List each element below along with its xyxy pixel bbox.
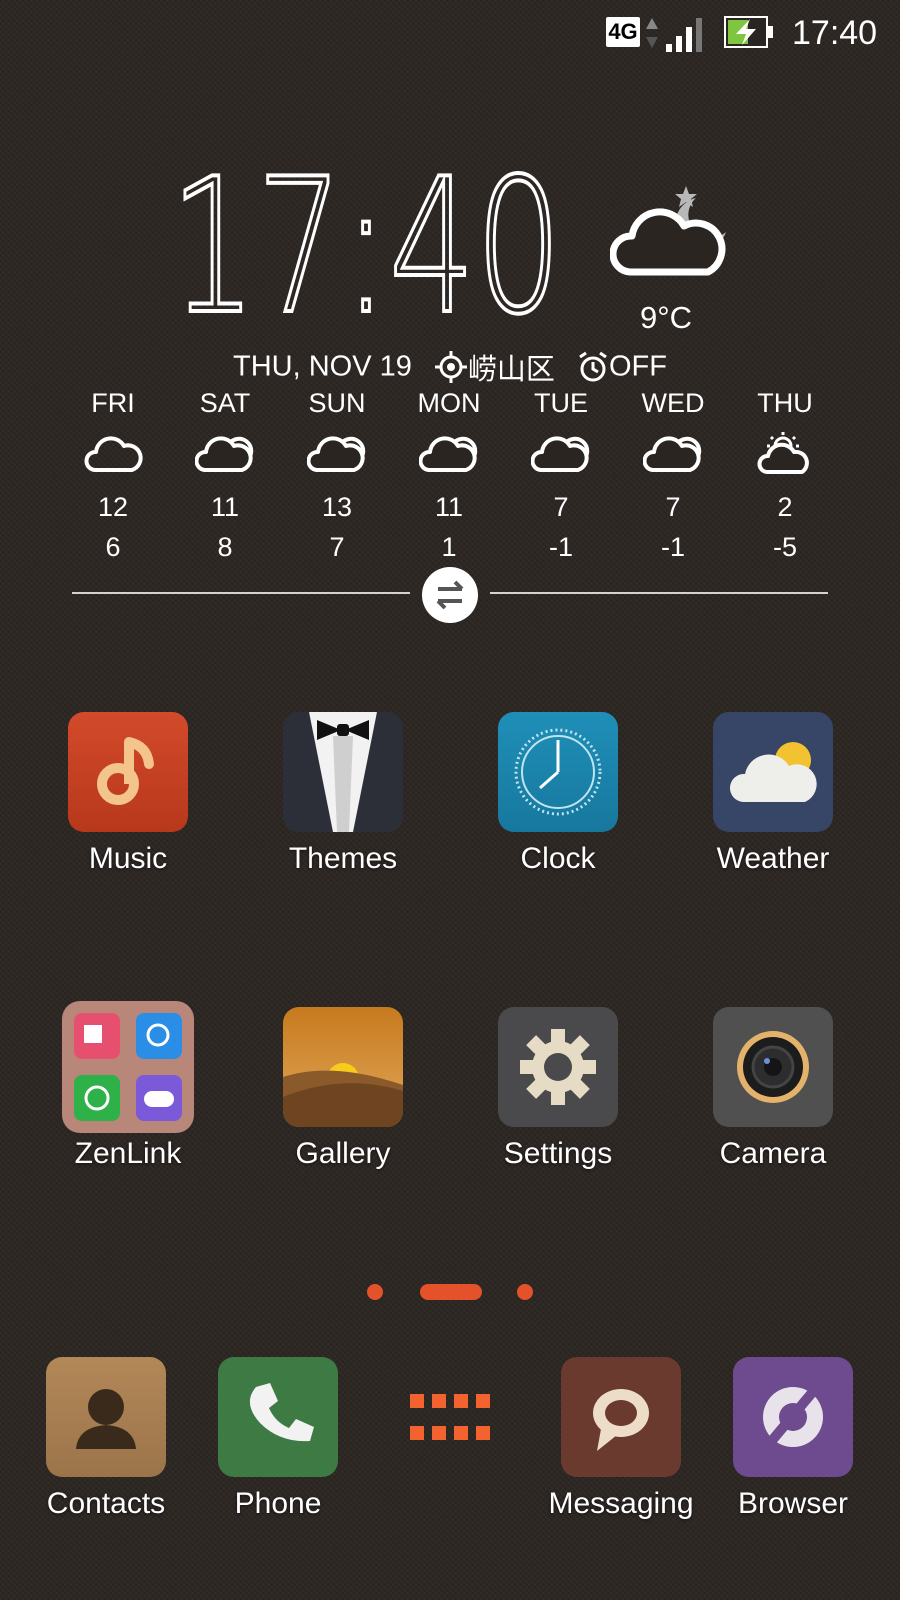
current-temperature: 9°C (640, 300, 693, 335)
forecast-high: 11 (210, 492, 240, 522)
app-label: Themes (288, 842, 398, 875)
app-label: Browser (737, 1487, 849, 1520)
contact-icon (46, 1357, 166, 1477)
swap-arrows-icon (436, 580, 464, 610)
weather-icon (713, 712, 833, 832)
forecast-day-name: SUN (308, 388, 366, 418)
network-type-badge: 4G (606, 17, 640, 47)
folder-icon (62, 1001, 194, 1133)
forecast-low: -5 (772, 532, 797, 562)
page-dot[interactable] (517, 1284, 533, 1300)
forecast-day-name: MON (417, 388, 481, 418)
chat-bubble-icon (561, 1357, 681, 1477)
status-time: 17:40 (792, 14, 878, 52)
forecast-low: 1 (441, 532, 457, 562)
app-label: Phone (234, 1487, 322, 1520)
app-label: Weather (716, 842, 830, 875)
partly-cloudy-icon (307, 436, 366, 472)
forecast-low: 8 (217, 532, 233, 562)
partly-cloudy-icon (531, 436, 590, 472)
forecast-day-name: THU (757, 388, 813, 418)
cloud-icon (84, 436, 143, 472)
partly-cloudy-icon (643, 436, 702, 472)
clock-icon (498, 712, 618, 832)
sun-cloud-icon (757, 432, 809, 474)
big-clock[interactable]: 17:40 (170, 165, 570, 325)
forecast-high: 11 (434, 492, 464, 522)
divider-left (72, 592, 410, 594)
data-arrows-icon (646, 18, 658, 48)
location-target-icon (434, 351, 467, 383)
phone-icon (218, 1357, 338, 1477)
tuxedo-icon (283, 712, 403, 832)
app-label: ZenLink (74, 1137, 182, 1170)
date-location-alarm-line: THU, NOV 19 崂山区 OFF (0, 346, 900, 388)
signal-icon (666, 18, 702, 52)
location-text[interactable]: 崂山区 (468, 352, 555, 386)
app-label: Clock (520, 842, 596, 875)
app-label: Music (88, 842, 168, 875)
cloudy-night-icon (610, 186, 726, 276)
app-label: Settings (503, 1137, 613, 1170)
music-icon (68, 712, 188, 832)
status-bar: 4G 17:40 (0, 0, 900, 64)
forecast-high: 13 (321, 492, 353, 522)
forecast-high: 12 (97, 492, 129, 522)
forecast-day-name: SAT (199, 388, 251, 418)
app-label: Gallery (295, 1137, 391, 1170)
alarm-clock-icon (579, 351, 607, 382)
browser-icon (733, 1357, 853, 1477)
app-drawer-icon[interactable] (408, 1392, 492, 1444)
app-label: Camera (719, 1137, 827, 1170)
forecast-high: 7 (553, 492, 569, 522)
partly-cloudy-icon (195, 436, 254, 472)
page-dot[interactable] (367, 1284, 383, 1300)
swap-widget-button[interactable] (422, 567, 478, 623)
big-clock-time: 17:40 (170, 165, 562, 325)
date-text: THU, NOV 19 (232, 350, 412, 383)
forecast-day-name: WED (641, 388, 705, 418)
forecast-low: -1 (660, 532, 685, 562)
alarm-status[interactable]: OFF (609, 351, 667, 383)
app-label: Contacts (46, 1487, 166, 1520)
forecast-day-name: FRI (91, 388, 135, 418)
divider-right (490, 592, 828, 594)
partly-cloudy-icon (419, 436, 478, 472)
page-dot-active[interactable] (420, 1284, 482, 1300)
battery-charging-icon (724, 16, 773, 48)
gallery-icon (283, 1007, 403, 1127)
forecast-day-name: TUE (534, 388, 588, 418)
forecast-low: 7 (329, 532, 345, 562)
forecast-high: 7 (665, 492, 681, 522)
forecast-low: 6 (105, 532, 121, 562)
app-label: Messaging (548, 1487, 694, 1520)
camera-icon (713, 1007, 833, 1127)
forecast-high: 2 (777, 492, 793, 522)
forecast-low: -1 (548, 532, 573, 562)
gear-icon (498, 1007, 618, 1127)
